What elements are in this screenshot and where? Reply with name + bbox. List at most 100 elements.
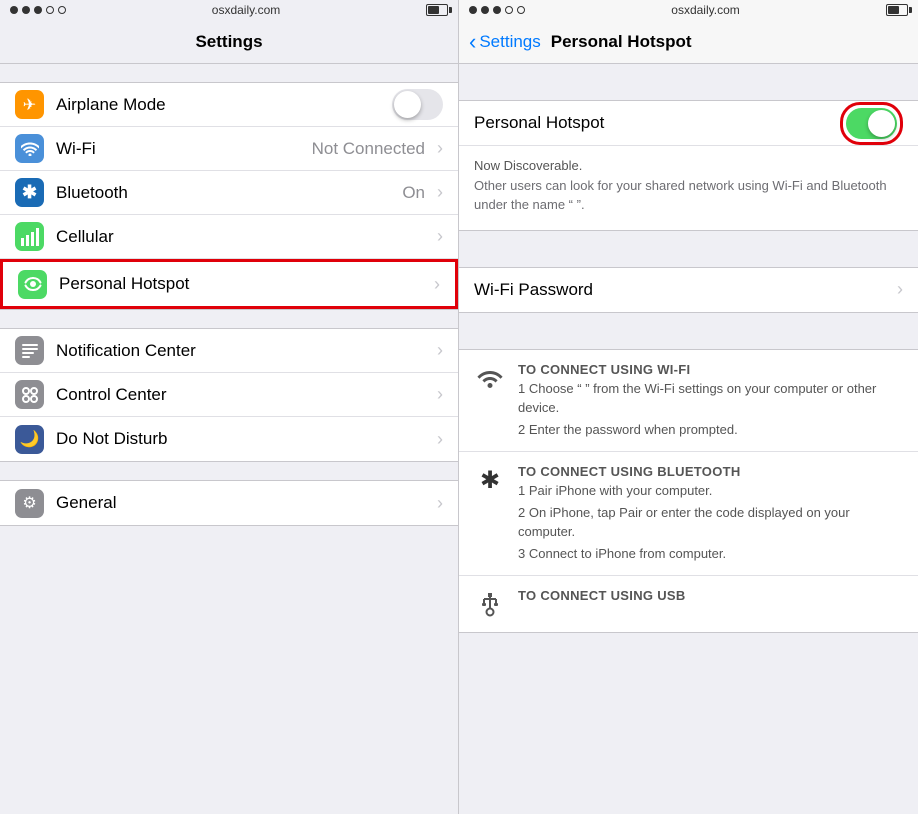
hotspot-icon [18, 270, 47, 299]
hotspot-main-row: Personal Hotspot [459, 101, 918, 145]
row-airplane[interactable]: ✈ Airplane Mode [0, 83, 458, 127]
airplane-icon: ✈ [15, 90, 44, 119]
rdot5 [517, 6, 525, 14]
bluetooth-chevron: › [437, 182, 443, 203]
rdot1 [469, 6, 477, 14]
wifi-icon [15, 134, 44, 163]
right-battery-icon [886, 4, 908, 16]
wifi-password-row[interactable]: Wi-Fi Password › [459, 268, 918, 312]
right-gap-2 [459, 231, 918, 249]
back-label-text: Settings [479, 32, 540, 52]
instr-usb-title: TO CONNECT USING USB [518, 588, 903, 603]
left-panel: osxdaily.com Settings ✈ Airplane Mode [0, 0, 459, 814]
instr-wifi-step2: 2 Enter the password when prompted. [518, 420, 903, 440]
dot4 [46, 6, 54, 14]
notification-label: Notification Center [56, 341, 433, 361]
instructions-section: TO CONNECT USING WI-FI 1 Choose “ ” from… [459, 349, 918, 634]
row-cellular[interactable]: Cellular › [0, 215, 458, 259]
bluetooth-value: On [402, 183, 425, 203]
instruction-usb: TO CONNECT USING USB [459, 576, 918, 632]
dnd-label: Do Not Disturb [56, 429, 433, 449]
rdot3 [493, 6, 501, 14]
airplane-label: Airplane Mode [56, 95, 392, 115]
hotspot-label: Personal Hotspot [59, 274, 430, 294]
dot1 [10, 6, 18, 14]
wifi-password-label: Wi-Fi Password [474, 280, 893, 300]
instr-usb-text: TO CONNECT USING USB [518, 588, 903, 603]
hotspot-toggle-wrapper[interactable] [840, 102, 903, 145]
dot3 [34, 6, 42, 14]
notification-chevron: › [437, 340, 443, 361]
section-gap-2 [0, 310, 458, 328]
discoverable-body: Other users can look for your shared net… [474, 178, 887, 213]
instr-bt-step2: 2 On iPhone, tap Pair or enter the code … [518, 503, 903, 542]
wifi-password-section: Wi-Fi Password › [459, 267, 918, 313]
cellular-icon [15, 222, 44, 251]
instruction-wifi: TO CONNECT USING WI-FI 1 Choose “ ” from… [459, 350, 918, 453]
instr-bt-step1: 1 Pair iPhone with your computer. [518, 481, 903, 501]
dnd-icon: 🌙 [15, 425, 44, 454]
instr-bluetooth-text: TO CONNECT USING BLUETOOTH 1 Pair iPhone… [518, 464, 903, 563]
cellular-label: Cellular [56, 227, 433, 247]
row-bluetooth[interactable]: ✱ Bluetooth On › [0, 171, 458, 215]
instr-bt-step3: 3 Connect to iPhone from computer. [518, 544, 903, 564]
hotspot-toggle-on[interactable] [846, 108, 897, 139]
discoverable-title: Now Discoverable. [474, 158, 582, 173]
row-dnd[interactable]: 🌙 Do Not Disturb › [0, 417, 458, 461]
general-label: General [56, 493, 433, 513]
discoverable-section: Now Discoverable. Other users can look f… [459, 145, 918, 230]
battery-fill [428, 6, 439, 14]
right-nav-bar: ‹ Settings Personal Hotspot [459, 20, 918, 64]
right-gap-1 [459, 64, 918, 82]
group-network: ✈ Airplane Mode Wi-Fi Not Connected › [0, 82, 458, 310]
instruction-bluetooth: ✱ TO CONNECT USING BLUETOOTH 1 Pair iPho… [459, 452, 918, 576]
back-chevron-icon: ‹ [469, 29, 476, 55]
instr-wifi-icon [474, 362, 506, 394]
section-gap-1 [0, 64, 458, 82]
left-nav-bar: Settings [0, 20, 458, 64]
rdot4 [505, 6, 513, 14]
left-battery-icon [426, 4, 448, 16]
instr-bt-title: TO CONNECT USING BLUETOOTH [518, 464, 903, 479]
dnd-chevron: › [437, 429, 443, 450]
right-title: Personal Hotspot [551, 32, 692, 52]
hotspot-toggle-section: Personal Hotspot Now Discoverable. Other… [459, 100, 918, 231]
bluetooth-label: Bluetooth [56, 183, 402, 203]
hotspot-main-label: Personal Hotspot [474, 113, 840, 133]
instr-usb-icon [474, 588, 506, 620]
left-status-bar: osxdaily.com [0, 0, 458, 20]
left-url: osxdaily.com [212, 3, 280, 17]
settings-list: ✈ Airplane Mode Wi-Fi Not Connected › [0, 64, 458, 814]
right-status-bar: osxdaily.com [459, 0, 918, 20]
airplane-toggle[interactable] [392, 89, 443, 120]
cellular-chevron: › [437, 226, 443, 247]
general-icon: ⚙ [15, 489, 44, 518]
instr-wifi-title: TO CONNECT USING WI-FI [518, 362, 903, 377]
signal-dots [10, 6, 66, 14]
hotspot-chevron: › [434, 274, 440, 295]
notification-icon [15, 336, 44, 365]
right-url: osxdaily.com [671, 3, 739, 17]
row-hotspot[interactable]: Personal Hotspot › [0, 259, 458, 309]
right-panel: osxdaily.com ‹ Settings Personal Hotspot… [459, 0, 918, 814]
row-general[interactable]: ⚙ General › [0, 481, 458, 525]
instr-wifi-text: TO CONNECT USING WI-FI 1 Choose “ ” from… [518, 362, 903, 440]
row-control[interactable]: Control Center › [0, 373, 458, 417]
back-button[interactable]: ‹ Settings [469, 29, 541, 55]
control-label: Control Center [56, 385, 433, 405]
control-icon [15, 380, 44, 409]
wifi-value: Not Connected [312, 139, 425, 159]
section-gap-3 [0, 462, 458, 480]
airplane-toggle-switch[interactable] [392, 89, 443, 120]
row-notification[interactable]: Notification Center › [0, 329, 458, 373]
group-system: Notification Center › Control Center › [0, 328, 458, 462]
row-wifi[interactable]: Wi-Fi Not Connected › [0, 127, 458, 171]
right-gap-3 [459, 313, 918, 331]
right-battery-fill [888, 6, 899, 14]
rdot2 [481, 6, 489, 14]
wifi-label: Wi-Fi [56, 139, 312, 159]
right-content: Personal Hotspot Now Discoverable. Other… [459, 64, 918, 814]
instr-bluetooth-icon: ✱ [474, 464, 506, 496]
wifi-chevron: › [437, 138, 443, 159]
dot5 [58, 6, 66, 14]
